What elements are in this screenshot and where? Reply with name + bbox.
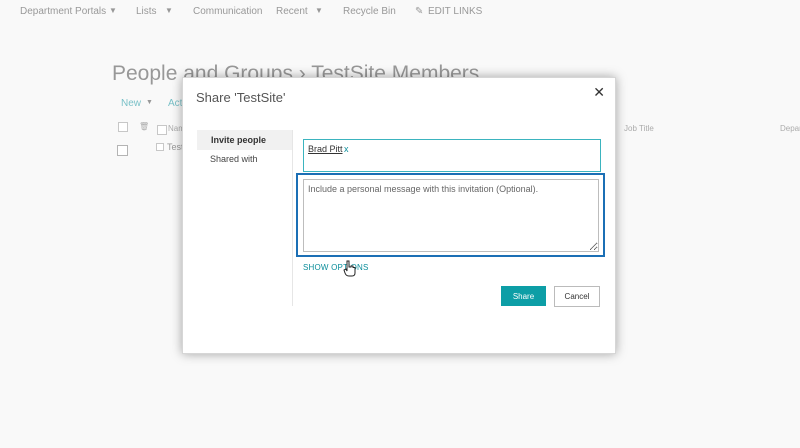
share-button[interactable]: Share	[501, 286, 546, 306]
cancel-button[interactable]: Cancel	[554, 286, 600, 307]
close-icon[interactable]: ✕	[593, 84, 605, 101]
remove-invitee-icon[interactable]: x	[344, 144, 349, 154]
personal-message-textarea[interactable]	[303, 179, 599, 252]
tab-invite-people[interactable]: Invite people	[197, 130, 292, 150]
invitee-chip[interactable]: Brad Pitt	[308, 144, 343, 154]
dialog-title: Share 'TestSite'	[196, 90, 286, 105]
people-picker-input[interactable]: Brad Pitt x	[303, 139, 601, 172]
share-tabs: Invite people Shared with	[197, 130, 293, 306]
show-options-link[interactable]: SHOW OPTIONS	[303, 263, 369, 272]
share-dialog: Share 'TestSite' ✕ Invite people Shared …	[182, 77, 616, 354]
tab-shared-with[interactable]: Shared with	[197, 154, 258, 164]
hand-cursor-icon	[343, 260, 356, 277]
